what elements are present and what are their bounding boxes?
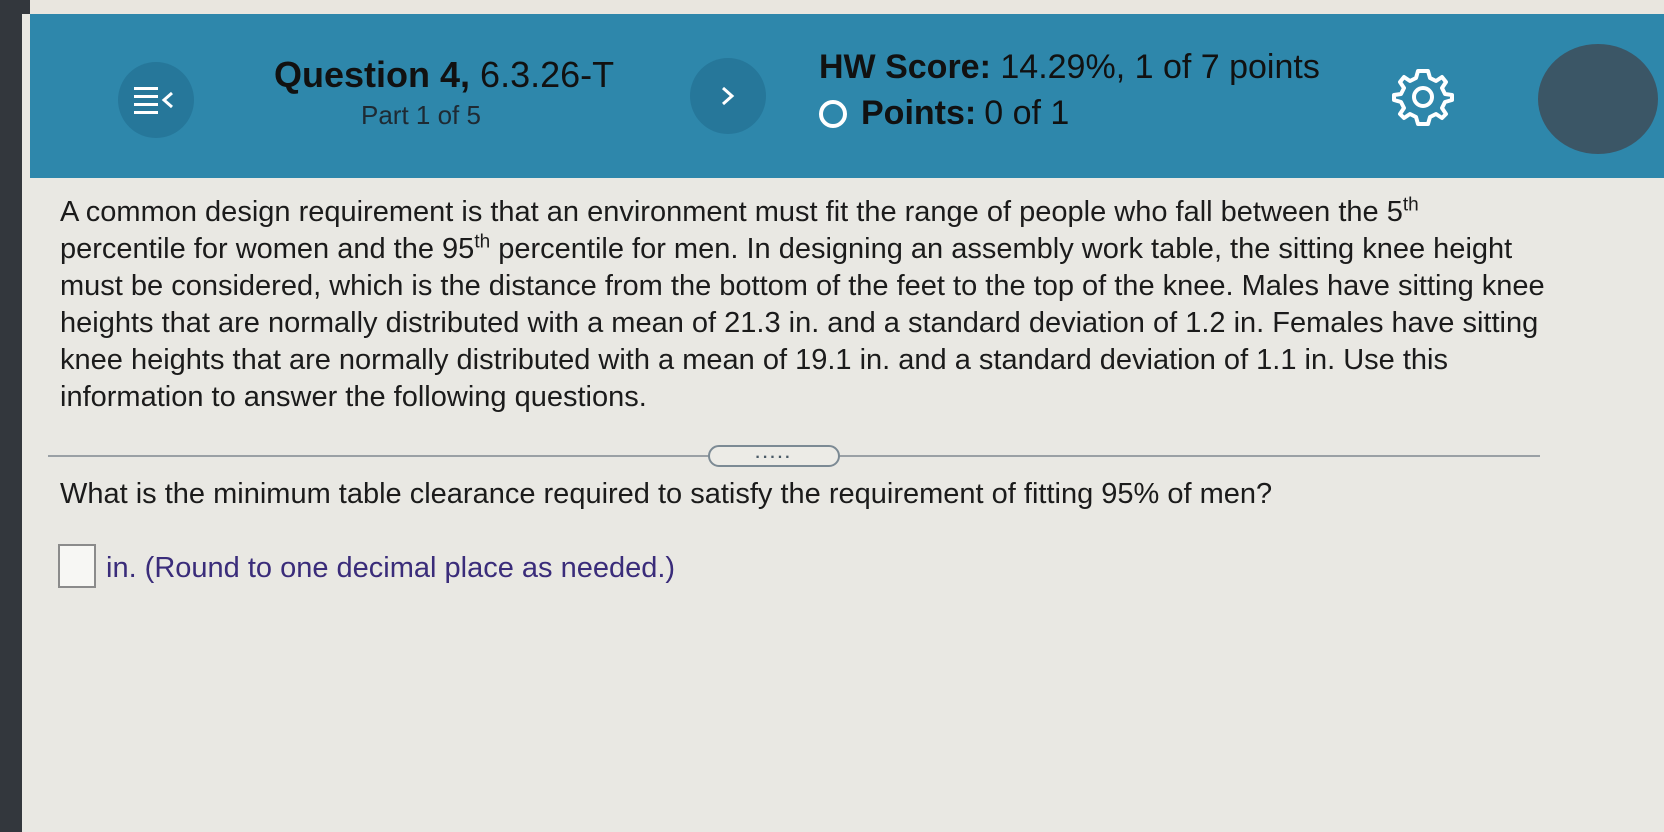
question-code: 6.3.26-T [480,54,615,95]
next-question-button[interactable] [690,58,766,134]
answer-hint: in. (Round to one decimal place as neede… [106,552,676,584]
question-title: Question 4, 6.3.26-T [274,54,614,96]
browser-top-strip [30,0,1664,14]
page: Question 4, 6.3.26-T Part 1 of 5 HW Scor… [22,14,1664,832]
superscript-th: th [474,231,491,253]
question-part: Part 1 of 5 [361,100,481,130]
question-text: What is the minimum table clearance requ… [60,478,1273,510]
question-menu-button[interactable] [118,62,194,138]
chevron-right-icon [722,86,735,106]
problem-statement: A common design requirement is that an e… [60,194,1550,416]
hw-score-label: HW Score: [819,48,991,86]
superscript-th: th [1402,194,1419,216]
question-points: Points: 0 of 1 [819,94,1069,133]
menu-collapse-icon [134,87,173,114]
answer-input[interactable] [58,544,96,588]
problem-text-1: A common design requirement is that an e… [60,196,1403,228]
question-header: Question 4, 6.3.26-T Part 1 of 5 HW Scor… [30,14,1664,178]
expand-toggle[interactable]: ..... [708,445,840,467]
status-circle-icon [819,99,847,128]
hw-score: HW Score: 14.29%, 1 of 7 points [819,48,1320,87]
question-label: Question 4, [274,54,471,95]
side-panel-button[interactable] [1538,44,1658,154]
points-label: Points: [861,94,977,132]
points-value: 0 of 1 [984,94,1070,132]
problem-text-2: percentile for women and the 95 [60,233,475,265]
hw-score-value: 14.29%, 1 of 7 points [1000,48,1320,86]
gear-icon[interactable] [1392,66,1454,128]
